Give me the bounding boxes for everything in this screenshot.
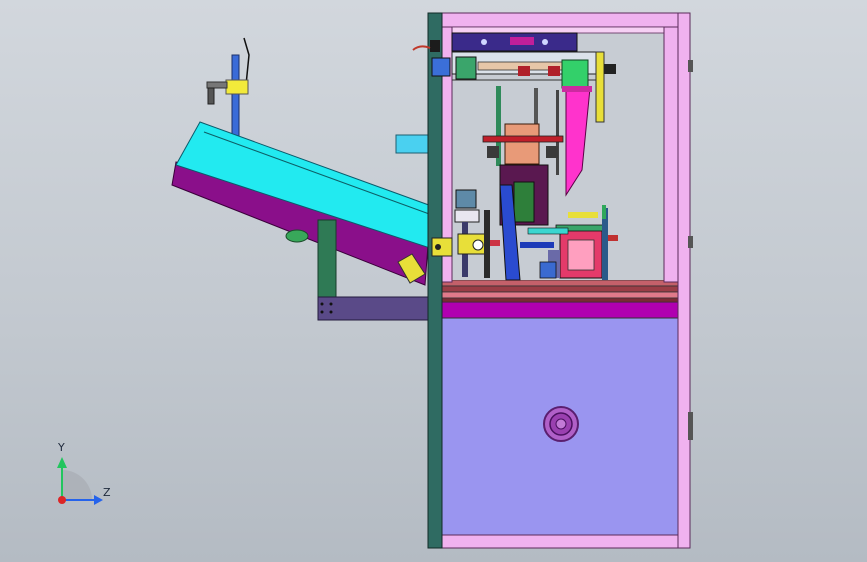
die-block-inner (567, 239, 595, 271)
frame-bottom-bar (440, 534, 679, 549)
clamp-handle-grip[interactable] (207, 87, 215, 105)
guide-rod (556, 90, 559, 175)
bolt (320, 310, 324, 314)
coordinate-triad (57, 457, 103, 505)
top-cylinder-accent (510, 37, 534, 45)
bolt (329, 302, 333, 306)
latch[interactable] (688, 412, 693, 440)
rod-cable (243, 37, 250, 86)
fitting (430, 40, 440, 52)
right-clip (608, 235, 618, 241)
rail-bracket (455, 56, 477, 80)
clamp-handle[interactable] (206, 81, 228, 89)
bolt (320, 302, 324, 306)
connector-bar (520, 242, 554, 248)
die-post (568, 212, 598, 218)
base-plate (440, 297, 679, 303)
rod-clamp (225, 79, 249, 95)
y-axis-arrow (57, 457, 67, 468)
side-bracket (595, 51, 605, 123)
main-cabinet[interactable] (412, 12, 693, 549)
frame-top-inner (451, 26, 667, 34)
triad-plane (62, 470, 92, 500)
gear-emblem (543, 406, 579, 442)
teal-plate (527, 227, 569, 235)
bolt (542, 39, 548, 45)
feeder-crossbar (317, 296, 431, 321)
z-axis-label: Z (103, 486, 111, 499)
left-side-plate (427, 12, 443, 549)
fitting (431, 57, 451, 77)
rail-bracket (518, 66, 530, 76)
left-frame-post (484, 210, 490, 278)
press-plate (482, 135, 564, 143)
bolt (481, 39, 487, 45)
latch[interactable] (688, 60, 693, 72)
bolt (329, 310, 333, 314)
base-plate (440, 285, 679, 293)
latch[interactable] (688, 236, 693, 248)
x-axis-origin (58, 496, 66, 504)
feeder-support-rod (231, 54, 240, 141)
press-plate-right (546, 146, 558, 158)
frame-inner-right (663, 26, 679, 283)
frame-top-bar (440, 12, 679, 28)
hopper-bar (562, 86, 592, 92)
feeder-assembly[interactable] (171, 37, 438, 321)
chute-roller (285, 229, 309, 243)
z-axis-arrow (94, 495, 103, 505)
base-plate (440, 291, 679, 299)
base-plate (440, 279, 679, 287)
press-plate-left (487, 146, 499, 158)
side-connector (395, 134, 429, 154)
red-cable (412, 45, 431, 51)
fitting-bolt (435, 244, 441, 250)
left-clamp-bolt (472, 239, 484, 251)
rail-bracket (548, 66, 560, 76)
left-actuator (455, 189, 477, 209)
frame-right-post (677, 12, 691, 549)
cad-viewport[interactable]: Y Z (0, 0, 867, 562)
machine-assembly-view[interactable] (0, 0, 867, 562)
y-axis-label: Y (58, 441, 65, 454)
side-bracket-cap (604, 64, 616, 74)
small-pipe (602, 205, 606, 219)
drive-column-block (513, 181, 535, 223)
press-block (504, 123, 540, 165)
motor-block (561, 59, 589, 89)
stop-block (539, 261, 557, 279)
left-actuator-base (454, 209, 480, 223)
cabinet-magenta-band (440, 301, 679, 319)
